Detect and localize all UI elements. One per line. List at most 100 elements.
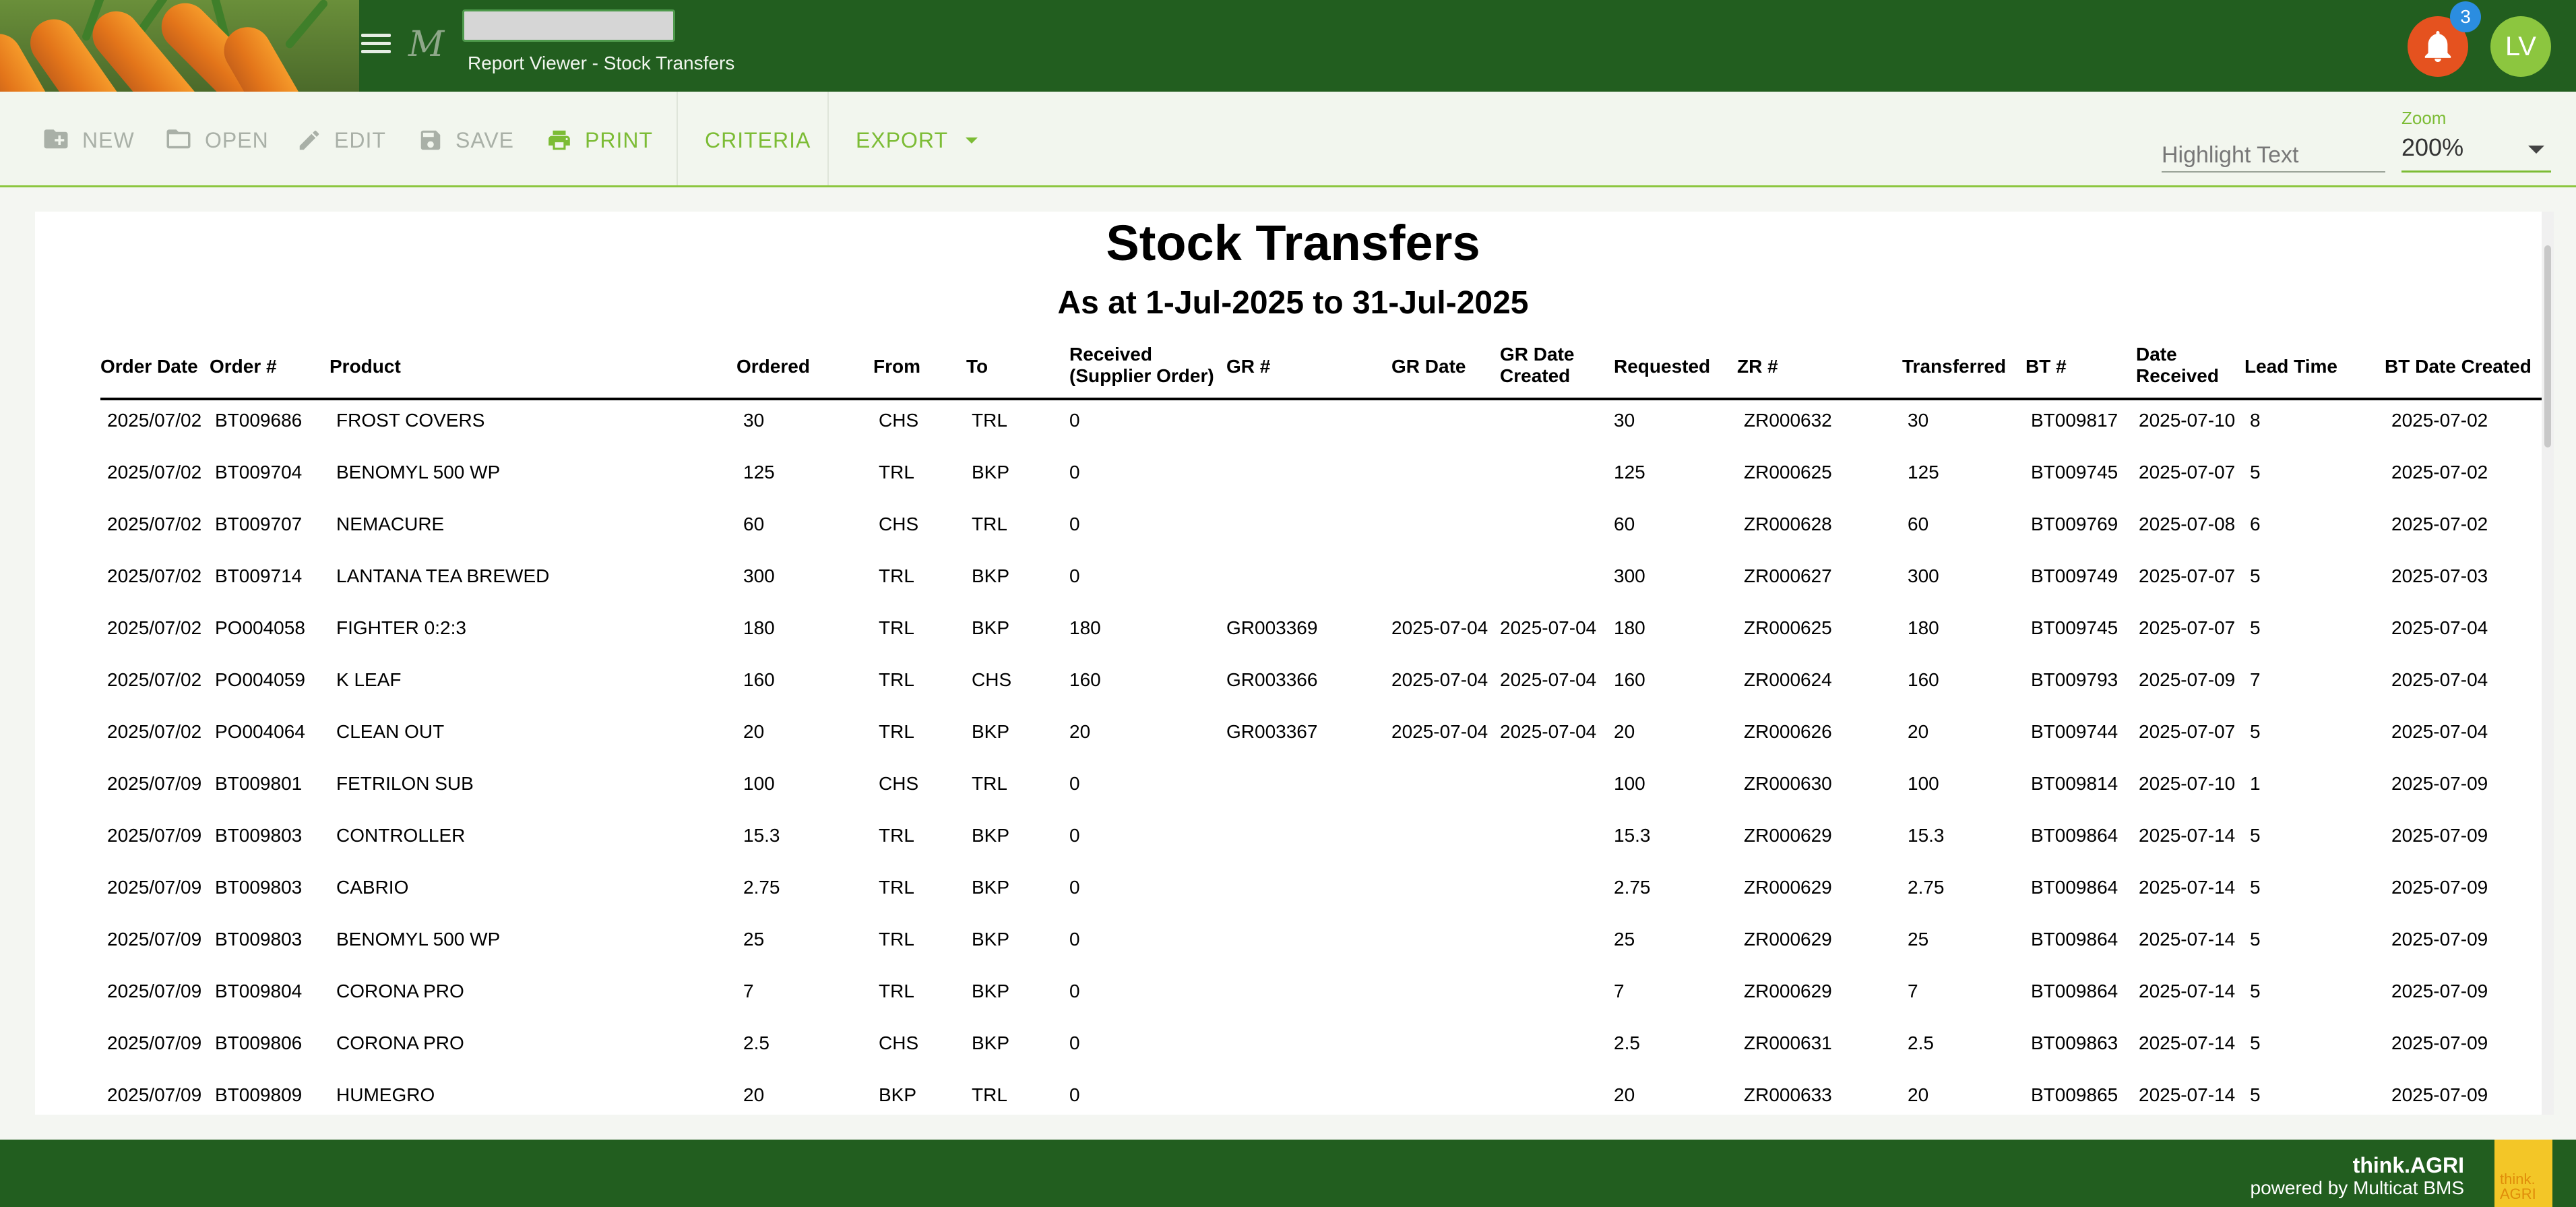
open-button[interactable]: OPEN	[164, 125, 269, 155]
table-row: 2025/07/02 BT009714 LANTANA TEA BREWED 300 T…	[35, 559, 2542, 611]
highlight-text-field[interactable]	[2162, 139, 2385, 173]
table-cell: CORONA PRO	[336, 981, 464, 1001]
table-row: 2025/07/09 BT009803 CONTROLLER 15.3 TRL BKP 0 1…	[35, 818, 2542, 870]
table-cell: 160	[743, 669, 775, 690]
export-label: EXPORT	[856, 127, 948, 152]
notification-count-badge: 3	[2450, 1, 2481, 32]
table-cell: BT009809	[215, 1084, 303, 1105]
toolbar-divider	[677, 92, 678, 185]
table-cell: BT009803	[215, 825, 303, 846]
print-button[interactable]: PRINT	[546, 125, 653, 155]
table-cell: 2025/07/09	[107, 1084, 202, 1105]
table-cell: 2.5	[1908, 1032, 1934, 1053]
table-cell: BKP	[972, 565, 1010, 586]
table-cell: 20	[1908, 1084, 1929, 1105]
table-cell: TRL	[879, 565, 914, 586]
table-cell: GR003366	[1226, 669, 1318, 690]
new-label: NEW	[82, 127, 135, 152]
printer-icon	[548, 130, 570, 150]
table-cell: ZR000632	[1744, 410, 1832, 431]
table-row: 2025/07/09 BT009804 CORONA PRO 7 TRL BKP 0 7 ZR0…	[35, 974, 2542, 1026]
column-header: Requested	[1614, 356, 1711, 377]
table-cell: TRL	[879, 669, 914, 690]
edit-label: EDIT	[334, 127, 386, 152]
table-cell: PO004059	[215, 669, 305, 690]
column-header: ZR #	[1737, 356, 1778, 377]
table-cell: BKP	[972, 929, 1010, 950]
table-cell: BT009793	[2031, 669, 2118, 690]
table-cell: 0	[1069, 773, 1080, 794]
table-cell: 2025-07-09	[2391, 981, 2488, 1001]
carrots-banner-image	[0, 0, 359, 92]
table-cell: CHS	[879, 1032, 919, 1053]
table-cell: CORONA PRO	[336, 1032, 464, 1053]
save-button[interactable]: SAVE	[418, 125, 514, 155]
column-header: Order #	[210, 356, 277, 377]
table-cell: 2025/07/02	[107, 617, 202, 638]
edit-button[interactable]: EDIT	[296, 125, 386, 155]
table-cell: 5	[2250, 1084, 2261, 1105]
table-cell: CONTROLLER	[336, 825, 466, 846]
scrollbar-thumb[interactable]	[2544, 245, 2551, 447]
table-cell: 2025-07-10	[2139, 410, 2236, 431]
table-cell: BKP	[972, 981, 1010, 1001]
table-cell: 2025-07-09	[2391, 1032, 2488, 1053]
table-cell: 2025/07/02	[107, 514, 202, 534]
table-cell: 2025/07/02	[107, 565, 202, 586]
report-title-field[interactable]	[462, 9, 675, 42]
criteria-button[interactable]: CRITERIA	[705, 125, 811, 155]
table-cell: 100	[1908, 773, 1939, 794]
zoom-select[interactable]: 200%	[2401, 131, 2551, 173]
table-cell: BT009745	[2031, 462, 2118, 483]
table-cell: BT009714	[215, 565, 303, 586]
table-cell: BT009864	[2031, 825, 2118, 846]
column-header: Lead Time	[2244, 356, 2337, 377]
table-cell: 2025-07-02	[2391, 462, 2488, 483]
table-cell: ZR000633	[1744, 1084, 1832, 1105]
new-button[interactable]: NEW	[42, 125, 135, 155]
table-cell: BT009864	[2031, 929, 2118, 950]
new-folder-icon	[44, 129, 68, 149]
table-cell: 7	[2250, 669, 2261, 690]
user-avatar[interactable]: LV	[2490, 16, 2551, 77]
table-cell: 2025-07-09	[2391, 773, 2488, 794]
report-scrollbar[interactable]	[2542, 212, 2554, 1115]
highlight-text-input[interactable]	[2162, 139, 2385, 171]
table-cell: 180	[743, 617, 775, 638]
table-cell: CHS	[972, 669, 1012, 690]
table-cell: 2025-07-04	[1391, 617, 1488, 638]
table-cell: 0	[1069, 1032, 1080, 1053]
table-cell: ZR000629	[1744, 825, 1832, 846]
table-cell: CABRIO	[336, 877, 409, 898]
table-cell: FIGHTER 0:2:3	[336, 617, 466, 638]
table-cell: 5	[2250, 565, 2261, 586]
table-cell: 0	[1069, 565, 1080, 586]
table-cell: BT009704	[215, 462, 303, 483]
column-header: To	[966, 356, 988, 377]
table-cell: 20	[1069, 721, 1091, 742]
column-header: BT #	[2025, 356, 2067, 377]
table-cell: GR003369	[1226, 617, 1318, 638]
column-header: From	[873, 356, 920, 377]
table-cell: 2025-07-08	[2139, 514, 2236, 534]
table-cell: 2.5	[743, 1032, 769, 1053]
table-cell: 2025-07-14	[2139, 877, 2236, 898]
hamburger-menu-icon[interactable]	[361, 28, 391, 58]
table-cell: 0	[1069, 1084, 1080, 1105]
table-cell: 5	[2250, 929, 2261, 950]
column-header: Order Date	[100, 356, 198, 377]
export-button[interactable]: EXPORT	[856, 125, 978, 155]
table-cell: TRL	[879, 617, 914, 638]
table-cell: 2025/07/02	[107, 669, 202, 690]
table-cell: 25	[1908, 929, 1929, 950]
table-cell: ZR000624	[1744, 669, 1832, 690]
table-cell: TRL	[879, 877, 914, 898]
table-row: 2025/07/02 PO004059 K LEAF 160 TRL CHS 160 GR00…	[35, 662, 2542, 714]
table-row: 2025/07/02 PO004058 FIGHTER 0:2:3 180 TRL BKP…	[35, 611, 2542, 662]
table-cell: 180	[1908, 617, 1939, 638]
table-cell: ZR000630	[1744, 773, 1832, 794]
table-cell: 5	[2250, 721, 2261, 742]
dropdown-arrow-icon	[2528, 146, 2544, 154]
table-cell: TRL	[972, 1084, 1007, 1105]
table-cell: 2025/07/09	[107, 1032, 202, 1053]
